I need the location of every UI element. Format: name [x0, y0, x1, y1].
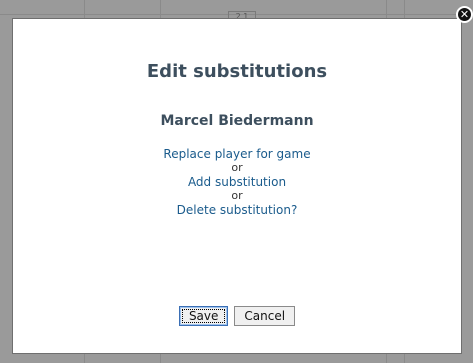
dialog-title: Edit substitutions [146, 61, 328, 82]
dialog-buttons: Save Cancel [13, 306, 461, 326]
or-separator: or [231, 189, 243, 202]
substitution-options: Replace player for game or Add substitut… [13, 147, 461, 217]
add-substitution-link[interactable]: Add substitution [188, 175, 286, 189]
close-icon[interactable]: ✕ [456, 6, 473, 23]
or-separator: or [231, 161, 243, 174]
replace-player-link[interactable]: Replace player for game [163, 147, 310, 161]
delete-substitution-link[interactable]: Delete substitution? [177, 203, 298, 217]
player-name: Marcel Biedermann [160, 113, 314, 129]
save-button[interactable]: Save [178, 306, 229, 326]
cancel-button[interactable]: Cancel [234, 306, 296, 326]
edit-substitutions-dialog: Edit substitutions Marcel Biedermann Rep… [12, 18, 462, 354]
